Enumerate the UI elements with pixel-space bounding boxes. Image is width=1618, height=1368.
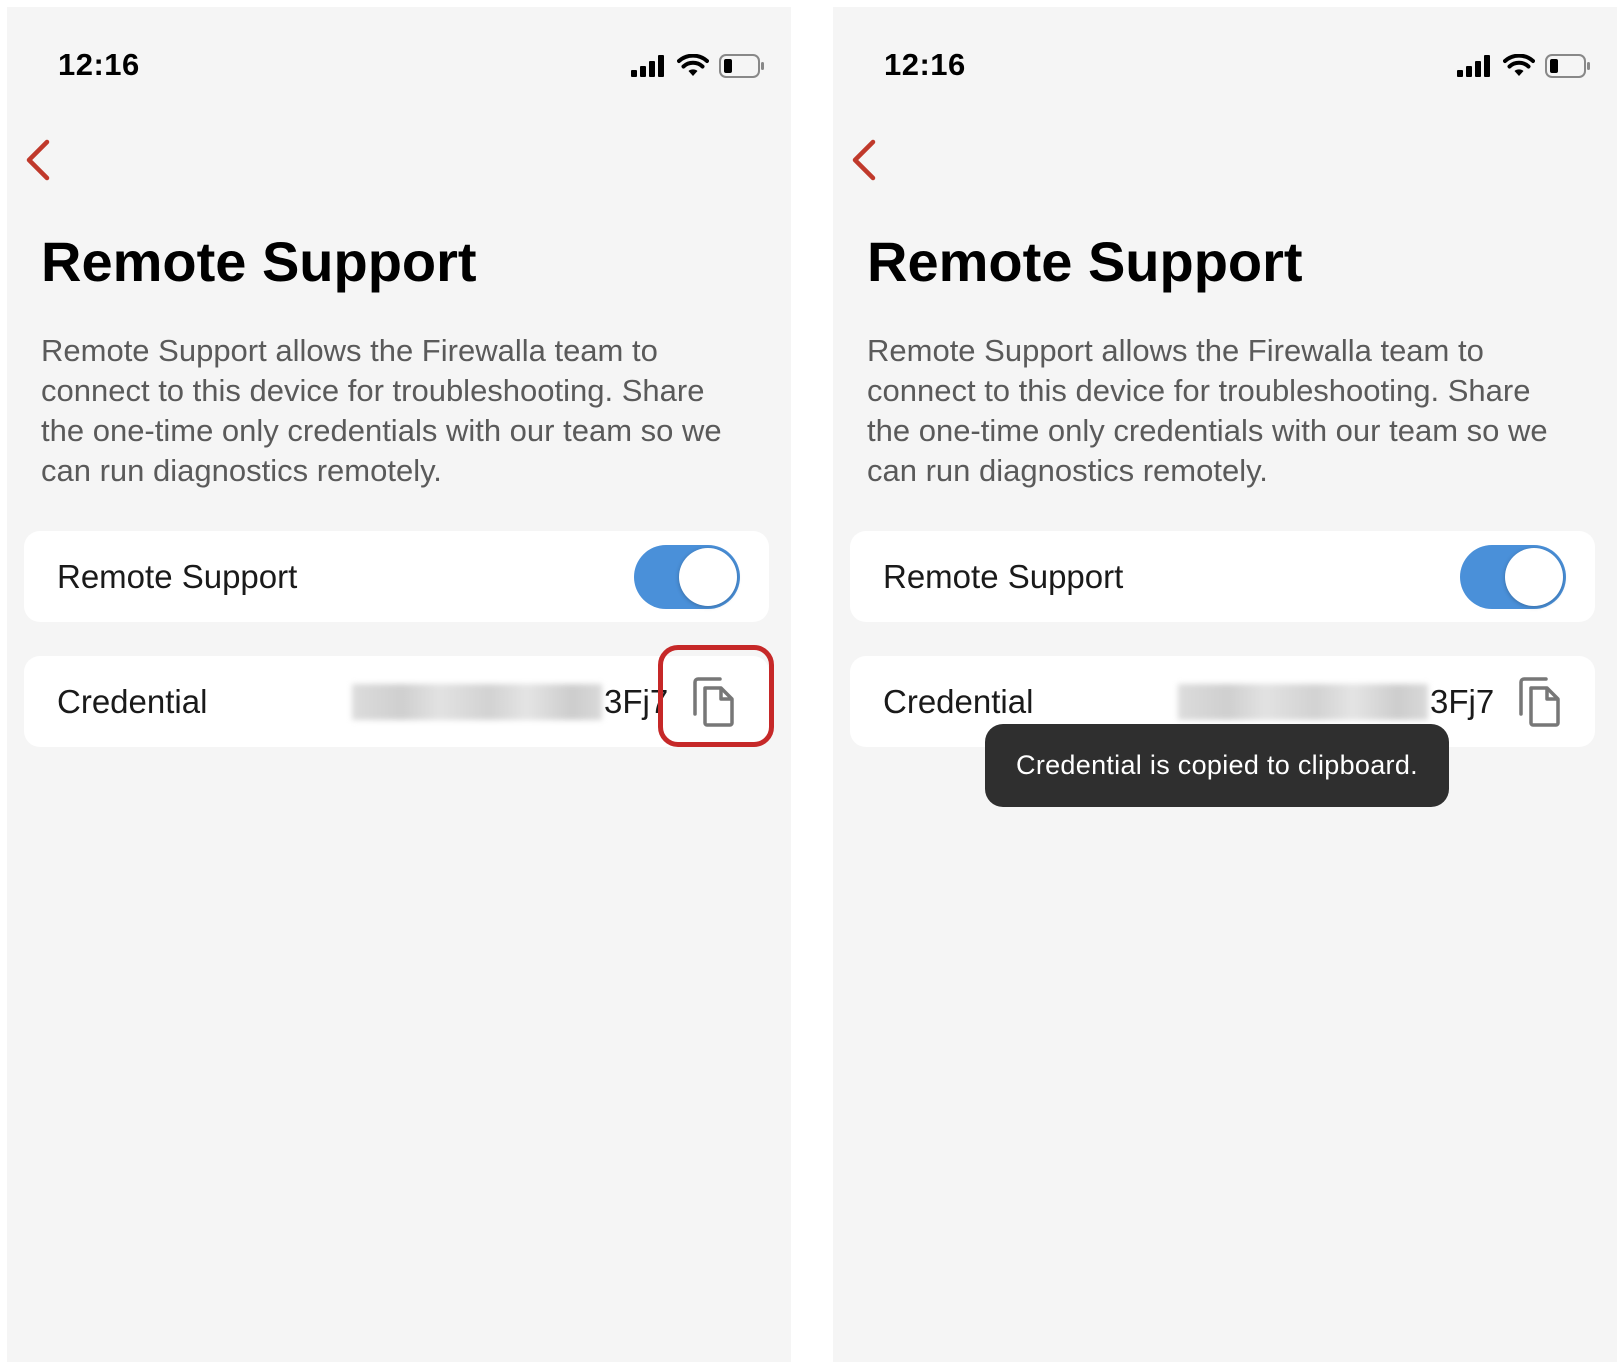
phone-screen-after-copy: 12:16 Remote Support Remote Support allo…: [833, 7, 1617, 1362]
remote-support-label: Remote Support: [57, 557, 298, 595]
remote-support-row: Remote Support: [24, 531, 769, 622]
copy-button-highlight: [658, 645, 774, 747]
page-description: Remote Support allows the Firewalla team…: [41, 333, 722, 488]
credential-label: Credential: [57, 682, 208, 720]
chevron-left-icon[interactable]: [847, 135, 883, 185]
page-title: Remote Support: [867, 230, 1303, 293]
remote-support-toggle[interactable]: [634, 545, 740, 609]
credential-value-redacted: [1178, 684, 1428, 720]
status-icons: [631, 52, 765, 80]
cellular-signal-icon: [631, 55, 664, 77]
battery-icon: [719, 54, 764, 78]
wifi-icon: [677, 54, 709, 76]
status-time: 12:16: [58, 47, 140, 82]
remote-support-label: Remote Support: [883, 557, 1124, 595]
status-icons: [1457, 52, 1591, 80]
credential-label: Credential: [883, 682, 1034, 720]
remote-support-row: Remote Support: [850, 531, 1595, 622]
wifi-icon: [1503, 54, 1535, 76]
remote-support-toggle[interactable]: [1460, 545, 1566, 609]
phone-screen-before-copy: 12:16 Remote Support Remote Support allo…: [7, 7, 791, 1362]
toggle-knob: [1505, 548, 1563, 606]
chevron-left-icon[interactable]: [21, 135, 57, 185]
battery-icon: [1545, 54, 1590, 78]
credential-value-redacted: [352, 684, 602, 720]
cellular-signal-icon: [1457, 55, 1490, 77]
toggle-knob: [679, 548, 737, 606]
credential-value-suffix: 3Fj7: [1430, 682, 1495, 720]
copy-icon[interactable]: [1518, 676, 1564, 728]
status-time: 12:16: [884, 47, 966, 82]
page-title: Remote Support: [41, 230, 477, 293]
page-description: Remote Support allows the Firewalla team…: [867, 333, 1548, 488]
clipboard-toast: Credential is copied to clipboard.: [985, 724, 1449, 807]
